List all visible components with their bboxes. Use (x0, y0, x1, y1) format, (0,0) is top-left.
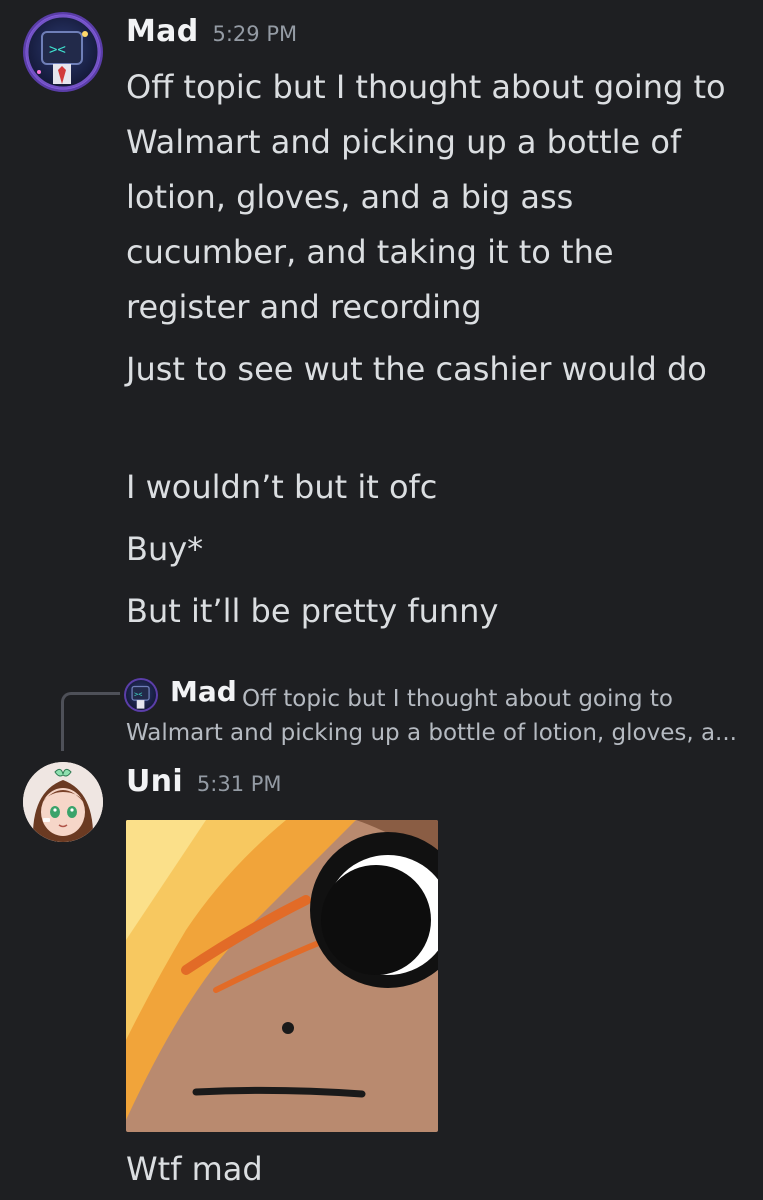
username[interactable]: Mad (126, 14, 198, 49)
message-text: Wtf mad (126, 1150, 263, 1188)
reply-preview-text[interactable]: Off topic but I thought about going to W… (126, 682, 746, 750)
mad-avatar[interactable]: >< (23, 12, 103, 92)
reply-connector (61, 692, 120, 751)
message-text: Just to see wut the cashier would do (126, 350, 707, 388)
timestamp: 5:31 PM (196, 772, 282, 796)
anime-girl-avatar-icon (23, 762, 103, 842)
message-text: I wouldn’t but it ofc (126, 468, 438, 506)
message-text: Off topic but I thought about going to W… (126, 68, 726, 326)
message-text: Buy* (126, 530, 204, 568)
robot-monitor-avatar-icon: >< (25, 14, 101, 90)
username[interactable]: Uni (126, 764, 183, 799)
timestamp: 5:29 PM (212, 22, 298, 46)
image-attachment[interactable] (126, 820, 438, 1132)
svg-text:><: >< (49, 42, 66, 58)
cartoon-face-closeup-image (126, 820, 438, 1132)
uni-avatar[interactable] (23, 762, 103, 842)
chat-messages: >< Mad 5:29 PM Off topic but I thought a… (0, 0, 763, 1200)
message-header-uni: Uni 5:31 PM (126, 764, 282, 799)
message-text: But it’ll be pretty funny (126, 592, 499, 630)
message-header-mad: Mad 5:29 PM (126, 14, 297, 49)
